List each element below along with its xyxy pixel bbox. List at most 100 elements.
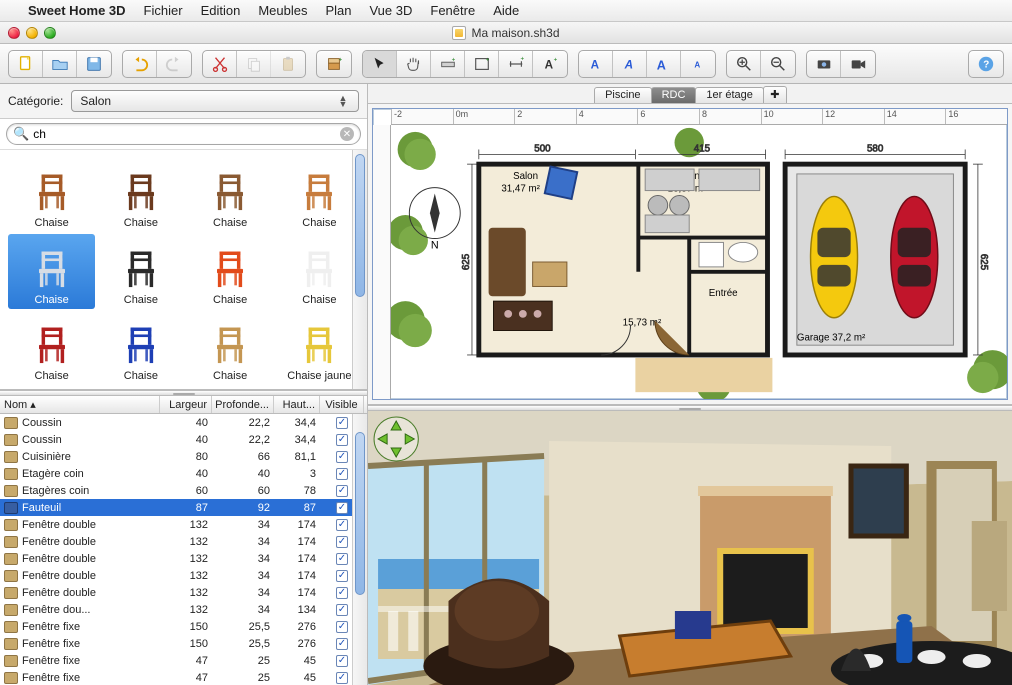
table-row[interactable]: Etagère coin 40403 ✓ bbox=[0, 465, 367, 482]
text-tool[interactable]: A+ bbox=[533, 51, 567, 77]
visible-checkbox[interactable]: ✓ bbox=[336, 468, 348, 480]
add-level-button[interactable]: ✚ bbox=[763, 86, 787, 103]
floor-plan[interactable]: N 500 415 580 625 bbox=[391, 125, 1007, 399]
list-scrollbar[interactable] bbox=[352, 414, 367, 685]
text-size-up[interactable]: A bbox=[647, 51, 681, 77]
visible-checkbox[interactable]: ✓ bbox=[336, 451, 348, 463]
table-row[interactable]: Coussin 4022,234,4 ✓ bbox=[0, 431, 367, 448]
new-button[interactable] bbox=[9, 51, 43, 77]
search-input[interactable]: 🔍 ✕ bbox=[6, 123, 361, 145]
pan-tool[interactable] bbox=[397, 51, 431, 77]
undo-button[interactable] bbox=[123, 51, 157, 77]
table-row[interactable]: Fenêtre double 13234174 ✓ bbox=[0, 533, 367, 550]
video-button[interactable] bbox=[841, 51, 875, 77]
col-depth[interactable]: Profonde... bbox=[212, 396, 274, 413]
help-button[interactable]: ? bbox=[969, 51, 1003, 77]
menu-plan[interactable]: Plan bbox=[325, 3, 351, 18]
visible-checkbox[interactable]: ✓ bbox=[336, 672, 348, 684]
redo-button[interactable] bbox=[157, 51, 191, 77]
visible-checkbox[interactable]: ✓ bbox=[336, 655, 348, 667]
col-visible[interactable]: Visible bbox=[320, 396, 364, 413]
search-field[interactable] bbox=[33, 127, 336, 141]
visible-checkbox[interactable]: ✓ bbox=[336, 553, 348, 565]
zoom-out-button[interactable] bbox=[761, 51, 795, 77]
visible-checkbox[interactable]: ✓ bbox=[336, 502, 348, 514]
menu-fichier[interactable]: Fichier bbox=[144, 3, 183, 18]
cut-button[interactable] bbox=[203, 51, 237, 77]
catalog-item[interactable]: Chaise bbox=[8, 158, 95, 232]
table-row[interactable]: Fenêtre fixe 472545 ✓ bbox=[0, 669, 367, 685]
table-row[interactable]: Fenêtre double 13234174 ✓ bbox=[0, 567, 367, 584]
zoom-in-button[interactable] bbox=[727, 51, 761, 77]
table-row[interactable]: Fenêtre double 13234174 ✓ bbox=[0, 516, 367, 533]
catalog-item[interactable]: Chaise bbox=[276, 234, 363, 308]
chair-icon bbox=[201, 320, 259, 368]
catalog-item[interactable]: Chaise bbox=[97, 158, 184, 232]
text-size-down[interactable]: A bbox=[681, 51, 715, 77]
wall-tool[interactable]: + bbox=[431, 51, 465, 77]
catalog-scrollbar[interactable] bbox=[352, 150, 367, 389]
visible-checkbox[interactable]: ✓ bbox=[336, 587, 348, 599]
table-row[interactable]: Cuisinière 806681,1 ✓ bbox=[0, 448, 367, 465]
table-row[interactable]: Fenêtre dou... 13234134 ✓ bbox=[0, 601, 367, 618]
dimension-tool[interactable]: + bbox=[499, 51, 533, 77]
plan-view[interactable]: -20m246810121416 bbox=[372, 108, 1008, 400]
catalog-item[interactable]: Chaise bbox=[187, 158, 274, 232]
catalog-item[interactable]: Chaise bbox=[187, 234, 274, 308]
paste-button[interactable] bbox=[271, 51, 305, 77]
catalog-item[interactable]: Chaise jaune bbox=[276, 311, 363, 385]
table-row[interactable]: Fauteuil 879287 ✓ bbox=[0, 499, 367, 516]
visible-checkbox[interactable]: ✓ bbox=[336, 485, 348, 497]
col-height[interactable]: Haut... bbox=[274, 396, 320, 413]
clear-search-button[interactable]: ✕ bbox=[340, 127, 354, 141]
menu-aide[interactable]: Aide bbox=[493, 3, 519, 18]
visible-checkbox[interactable]: ✓ bbox=[336, 536, 348, 548]
select-tool[interactable] bbox=[363, 51, 397, 77]
svg-text:31,47 m²: 31,47 m² bbox=[501, 184, 540, 195]
add-furniture-button[interactable]: + bbox=[317, 51, 351, 77]
menu-vue3d[interactable]: Vue 3D bbox=[369, 3, 412, 18]
open-button[interactable] bbox=[43, 51, 77, 77]
col-width[interactable]: Largeur bbox=[160, 396, 212, 413]
visible-checkbox[interactable]: ✓ bbox=[336, 434, 348, 446]
furniture-list[interactable]: Coussin 4022,234,4 ✓Coussin 4022,234,4 ✓… bbox=[0, 414, 367, 685]
col-name[interactable]: Nom ▴ bbox=[0, 396, 160, 413]
photo-button[interactable] bbox=[807, 51, 841, 77]
app-name[interactable]: Sweet Home 3D bbox=[28, 3, 126, 18]
tab-piscine[interactable]: Piscine bbox=[594, 87, 651, 103]
visible-checkbox[interactable]: ✓ bbox=[336, 604, 348, 616]
table-row[interactable]: Fenêtre fixe 15025,5276 ✓ bbox=[0, 635, 367, 652]
left-splitter[interactable] bbox=[0, 390, 367, 396]
catalog-item[interactable]: Chaise bbox=[187, 311, 274, 385]
table-row[interactable]: Fenêtre double 13234174 ✓ bbox=[0, 550, 367, 567]
save-button[interactable] bbox=[77, 51, 111, 77]
menu-meubles[interactable]: Meubles bbox=[258, 3, 307, 18]
table-row[interactable]: Fenêtre fixe 472545 ✓ bbox=[0, 652, 367, 669]
tab-1er-etage[interactable]: 1er étage bbox=[695, 87, 763, 103]
room-tool[interactable]: + bbox=[465, 51, 499, 77]
visible-checkbox[interactable]: ✓ bbox=[336, 417, 348, 429]
text-bold[interactable]: A bbox=[579, 51, 613, 77]
category-select[interactable]: Salon ▲▼ bbox=[71, 90, 359, 112]
table-row[interactable]: Fenêtre double 13234174 ✓ bbox=[0, 584, 367, 601]
menu-edition[interactable]: Edition bbox=[201, 3, 241, 18]
tab-rdc[interactable]: RDC bbox=[651, 87, 697, 103]
3d-view[interactable] bbox=[368, 411, 1012, 685]
catalog-item[interactable]: Chaise bbox=[276, 158, 363, 232]
copy-button[interactable] bbox=[237, 51, 271, 77]
table-row[interactable]: Etagères coin 606078 ✓ bbox=[0, 482, 367, 499]
visible-checkbox[interactable]: ✓ bbox=[336, 638, 348, 650]
visible-checkbox[interactable]: ✓ bbox=[336, 519, 348, 531]
menu-fenetre[interactable]: Fenêtre bbox=[430, 3, 475, 18]
catalog-item[interactable]: Chaise bbox=[8, 234, 95, 308]
table-row[interactable]: Coussin 4022,234,4 ✓ bbox=[0, 414, 367, 431]
table-row[interactable]: Fenêtre fixe 15025,5276 ✓ bbox=[0, 618, 367, 635]
visible-checkbox[interactable]: ✓ bbox=[336, 570, 348, 582]
text-italic[interactable]: A bbox=[613, 51, 647, 77]
catalog-item[interactable]: Chaise bbox=[97, 311, 184, 385]
furniture-catalog[interactable]: Chaise Chaise Chaise Chaise bbox=[0, 150, 367, 390]
catalog-item[interactable]: Chaise bbox=[97, 234, 184, 308]
visible-checkbox[interactable]: ✓ bbox=[336, 621, 348, 633]
ruler-tick: 6 bbox=[637, 109, 699, 124]
catalog-item[interactable]: Chaise bbox=[8, 311, 95, 385]
